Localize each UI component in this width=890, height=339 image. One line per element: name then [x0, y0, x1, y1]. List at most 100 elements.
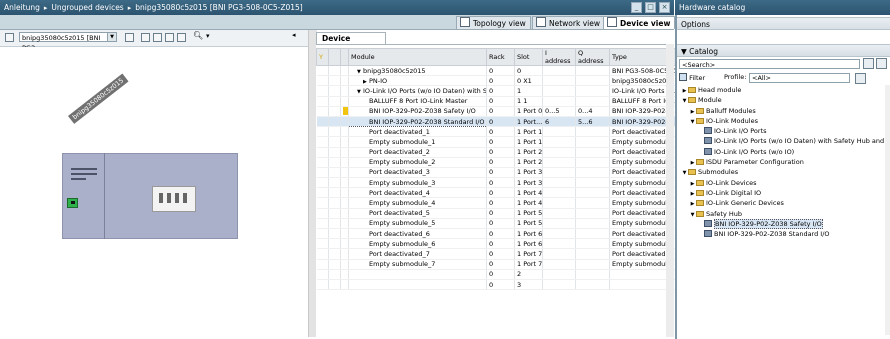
i-address-cell: [542, 167, 576, 179]
catalog-tree-item[interactable]: BNI IOP-329-P02-Z038 Safety I/O: [677, 218, 890, 229]
flag-column-header[interactable]: [340, 48, 349, 66]
column-header-module[interactable]: Module: [348, 48, 487, 66]
zoom-icon[interactable]: 🔍︎: [193, 31, 203, 40]
table-row[interactable]: 02: [316, 269, 679, 280]
slot-cell: 0: [514, 65, 543, 77]
table-row[interactable]: BNI IOP-329-P02-Z038 Standard I/O 0 1 Port…: [316, 115, 679, 128]
maximize-button[interactable]: □: [645, 2, 656, 13]
close-button[interactable]: ×: [659, 2, 670, 13]
catalog-tree-label: Module: [698, 96, 722, 105]
tab-topology-view[interactable]: Topology view: [456, 16, 531, 29]
table-row[interactable]: Empty submodule_6 0 1 Port 6 Empty submodul…: [316, 238, 679, 250]
properties-icon[interactable]: [125, 33, 134, 42]
collapse-left-icon[interactable]: ◂: [292, 31, 301, 40]
catalog-tree-label: BNI IOP-329-P02-Z038 Safety I/O: [714, 218, 823, 229]
table-row[interactable]: ▼ bnipg35080c5z015 0 0 BNI PG3-508-0C5-Z...: [316, 65, 679, 77]
table-row[interactable]: Port deactivated_2 0 1 Port 2 Port deactiva…: [316, 147, 679, 158]
grid-icon[interactable]: [165, 33, 174, 42]
zoom-dropdown-icon[interactable]: ▾: [206, 32, 215, 41]
q-address-cell: [575, 238, 610, 250]
catalog-section-header[interactable]: ▼ Catalog: [677, 44, 890, 57]
profile-options-icon[interactable]: [855, 73, 866, 84]
table-row[interactable]: BNI IOP-329-P02-Z038 Safety I/O 0 1 Port 0…: [316, 106, 679, 117]
catalog-tree-item[interactable]: ▼ Module: [677, 95, 890, 105]
ethernet-port-icon[interactable]: [67, 198, 78, 208]
table-row[interactable]: ▶ PN-IO 0 0 X1 bnipg35080c5z015: [316, 75, 679, 87]
q-address-cell: [575, 167, 610, 179]
catalog-tree-item[interactable]: BNI IOP-329-P02-Z038 Standard I/O: [677, 229, 890, 239]
table-row[interactable]: 03: [316, 279, 679, 291]
io-link-module-image[interactable]: [152, 186, 196, 212]
rack[interactable]: [62, 153, 238, 239]
catalog-tree-item[interactable]: IO-Link I/O Ports (w/o IO Daten) with Sa…: [677, 136, 890, 146]
catalog-tree-item[interactable]: ▶ IO-Link Digital IO: [677, 188, 890, 198]
device-name-label[interactable]: bnipg35080c5z015: [68, 73, 129, 124]
search-down-icon[interactable]: [863, 58, 874, 69]
vertical-scrollbar[interactable]: [666, 44, 674, 337]
table-row[interactable]: Empty submodule_5 0 1 Port 5 Empty submodul…: [316, 218, 679, 230]
table-row[interactable]: Port deactivated_6 0 1 Port 6 Port deactiva…: [316, 228, 679, 240]
i-address-cell: [542, 136, 576, 148]
catalog-tree-item[interactable]: ▼ Submodules: [677, 167, 890, 177]
device-canvas[interactable]: bnipg35080c5z015: [0, 47, 308, 337]
tab-device-view[interactable]: Device view: [603, 16, 676, 29]
column-header-rack[interactable]: Rack: [486, 48, 515, 66]
rack-cell: 0: [486, 279, 515, 291]
status-column-header[interactable]: Y: [316, 48, 329, 66]
table-row[interactable]: Empty submodule_3 0 1 Port 3 Empty submodul…: [316, 177, 679, 189]
device-select[interactable]: bnipg35080c5z015 [BNI PG3-▼: [19, 32, 117, 52]
column-header-q-address[interactable]: Q address: [575, 48, 610, 66]
flag-cell: [340, 126, 349, 138]
flag-cell: [340, 167, 349, 179]
slot-cell: 1 Port 4: [514, 187, 543, 199]
breadcrumb-item[interactable]: Ungrouped devices: [47, 3, 127, 12]
table-row[interactable]: Empty submodule_7 0 1 Port 7 Empty submodul…: [316, 259, 679, 270]
table-row[interactable]: Port deactivated_3 0 1 Port 3 Port deactiva…: [316, 167, 679, 179]
catalog-tree-item[interactable]: IO-Link I/O Ports: [677, 126, 890, 136]
catalog-tree-item[interactable]: ▶ ISDU Parameter Configuration: [677, 157, 890, 167]
overview-icon[interactable]: [177, 33, 186, 42]
rack-cell: 0: [486, 116, 515, 128]
profile-select[interactable]: <All>: [749, 73, 850, 83]
table-row[interactable]: Empty submodule_4 0 1 Port 4 Empty submodul…: [316, 197, 679, 209]
slot-cell: 1: [514, 85, 543, 97]
rack-cell: 0: [486, 269, 515, 280]
table-row[interactable]: Port deactivated_1 0 1 Port 1 Port deactiva…: [316, 126, 679, 138]
tab-network-view[interactable]: Network view: [532, 16, 605, 29]
tab-device-overview[interactable]: Device overview: [316, 32, 386, 55]
show-module-labels-icon[interactable]: [141, 33, 150, 42]
table-row[interactable]: ▼IO-Link I/O Ports (w/o IO Daten) with S…: [316, 85, 679, 97]
table-row[interactable]: Port deactivated_5 0 1 Port 5 Port deactiva…: [316, 208, 679, 219]
minimize-button[interactable]: _: [631, 2, 642, 13]
search-up-icon[interactable]: [876, 58, 887, 69]
layout-icon[interactable]: [153, 33, 162, 42]
i-address-cell: [542, 187, 576, 199]
folder-icon: [696, 117, 704, 124]
column-header-i-address[interactable]: I address: [542, 48, 576, 66]
breadcrumb-item[interactable]: bnipg35080c5z015 [BNI PG3-508-0C5-Z015]: [131, 3, 307, 12]
options-section-header[interactable]: Options: [677, 17, 890, 30]
catalog-tree-item[interactable]: ▶ Balluff Modules: [677, 106, 890, 116]
column-header-slot[interactable]: Slot: [514, 48, 543, 66]
catalog-tree-item[interactable]: ▶ IO-Link Devices: [677, 178, 890, 188]
table-row[interactable]: Empty submodule_2 0 1 Port 2 Empty submodul…: [316, 157, 679, 168]
catalog-tree-item[interactable]: IO-Link I/O Ports (w/o IO): [677, 147, 890, 157]
catalog-tree-item[interactable]: ▼ IO-Link Modules: [677, 116, 890, 126]
catalog-tree-item[interactable]: ▼ Safety Hub: [677, 209, 890, 219]
device-overview-table-area: Y Module Rack Slot I address Q address T…: [316, 44, 679, 338]
breadcrumb-item[interactable]: Anleitung: [0, 3, 44, 12]
filter-column-header[interactable]: [328, 48, 341, 66]
table-row[interactable]: BALLUFF 8 Port IO-Link Master 0 1 1 BALLUFF…: [316, 96, 679, 107]
table-row[interactable]: Empty submodule_1 0 1 Port 1 Empty submodul…: [316, 136, 679, 148]
table-row[interactable]: Port deactivated_4 0 1 Port 4 Port deactiva…: [316, 187, 679, 199]
status-cell: [316, 218, 329, 230]
module-cell: Empty submodule_2: [348, 157, 487, 168]
filter-checkbox[interactable]: [679, 73, 687, 81]
catalog-scrollbar[interactable]: [885, 85, 890, 335]
network-connect-icon[interactable]: [5, 33, 14, 42]
catalog-tree-item[interactable]: ▶ IO-Link Generic Devices: [677, 198, 890, 208]
table-row[interactable]: Port deactivated_7 0 1 Port 7 Port deactiva…: [316, 248, 679, 260]
rack-cell: 0: [486, 65, 515, 77]
catalog-search-input[interactable]: <Search>: [679, 59, 860, 69]
catalog-tree-item[interactable]: ▶ Head module: [677, 85, 890, 95]
